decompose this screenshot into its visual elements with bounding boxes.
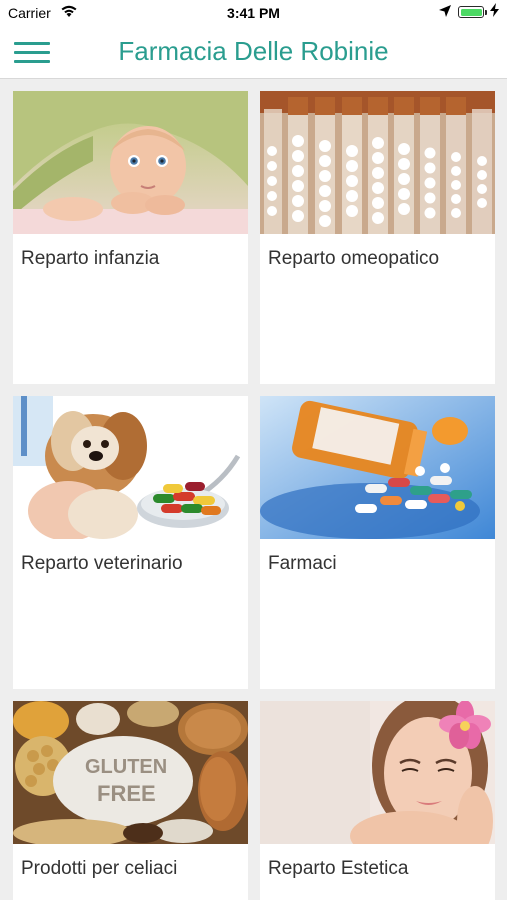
category-label: Reparto infanzia xyxy=(21,248,160,269)
pill-bottle-image xyxy=(260,396,495,539)
category-label: Reparto Estetica xyxy=(268,858,409,879)
baby-image xyxy=(13,91,248,234)
category-card-veterinario[interactable]: Reparto veterinario xyxy=(13,396,248,689)
category-label: Reparto veterinario xyxy=(21,553,183,574)
svg-text:GLUTEN: GLUTEN xyxy=(85,756,167,778)
charging-bolt-icon xyxy=(490,3,499,20)
category-card-celiaci[interactable]: GLUTEN FREE Prodotti per celiaci xyxy=(13,701,248,900)
battery-tip xyxy=(485,10,487,15)
dog-with-pills-image xyxy=(13,396,248,539)
woman-with-flower-image xyxy=(260,701,495,844)
category-label: Reparto omeopatico xyxy=(268,248,440,269)
homeopathic-vials-image xyxy=(260,91,495,234)
battery-icon xyxy=(458,6,484,18)
gluten-free-image: GLUTEN FREE xyxy=(13,701,248,844)
page-title: Farmacia Delle Robinie xyxy=(118,36,389,66)
status-bar: Carrier 3:41 PM xyxy=(0,0,507,26)
category-card-estetica[interactable]: Reparto Estetica xyxy=(260,701,495,900)
category-card-omeopatico[interactable]: Reparto omeopatico xyxy=(260,91,495,384)
status-time: 3:41 PM xyxy=(227,5,280,21)
svg-text:FREE: FREE xyxy=(97,781,156,806)
category-card-infanzia[interactable]: Reparto infanzia xyxy=(13,91,248,384)
category-card-farmaci[interactable]: Farmaci xyxy=(260,396,495,689)
navigation-bar: Farmacia Delle Robinie xyxy=(0,26,507,79)
category-label: Farmaci xyxy=(268,553,337,574)
location-arrow-icon xyxy=(438,4,452,21)
category-label: Prodotti per celiaci xyxy=(21,858,178,879)
battery-level-fill xyxy=(460,8,482,16)
